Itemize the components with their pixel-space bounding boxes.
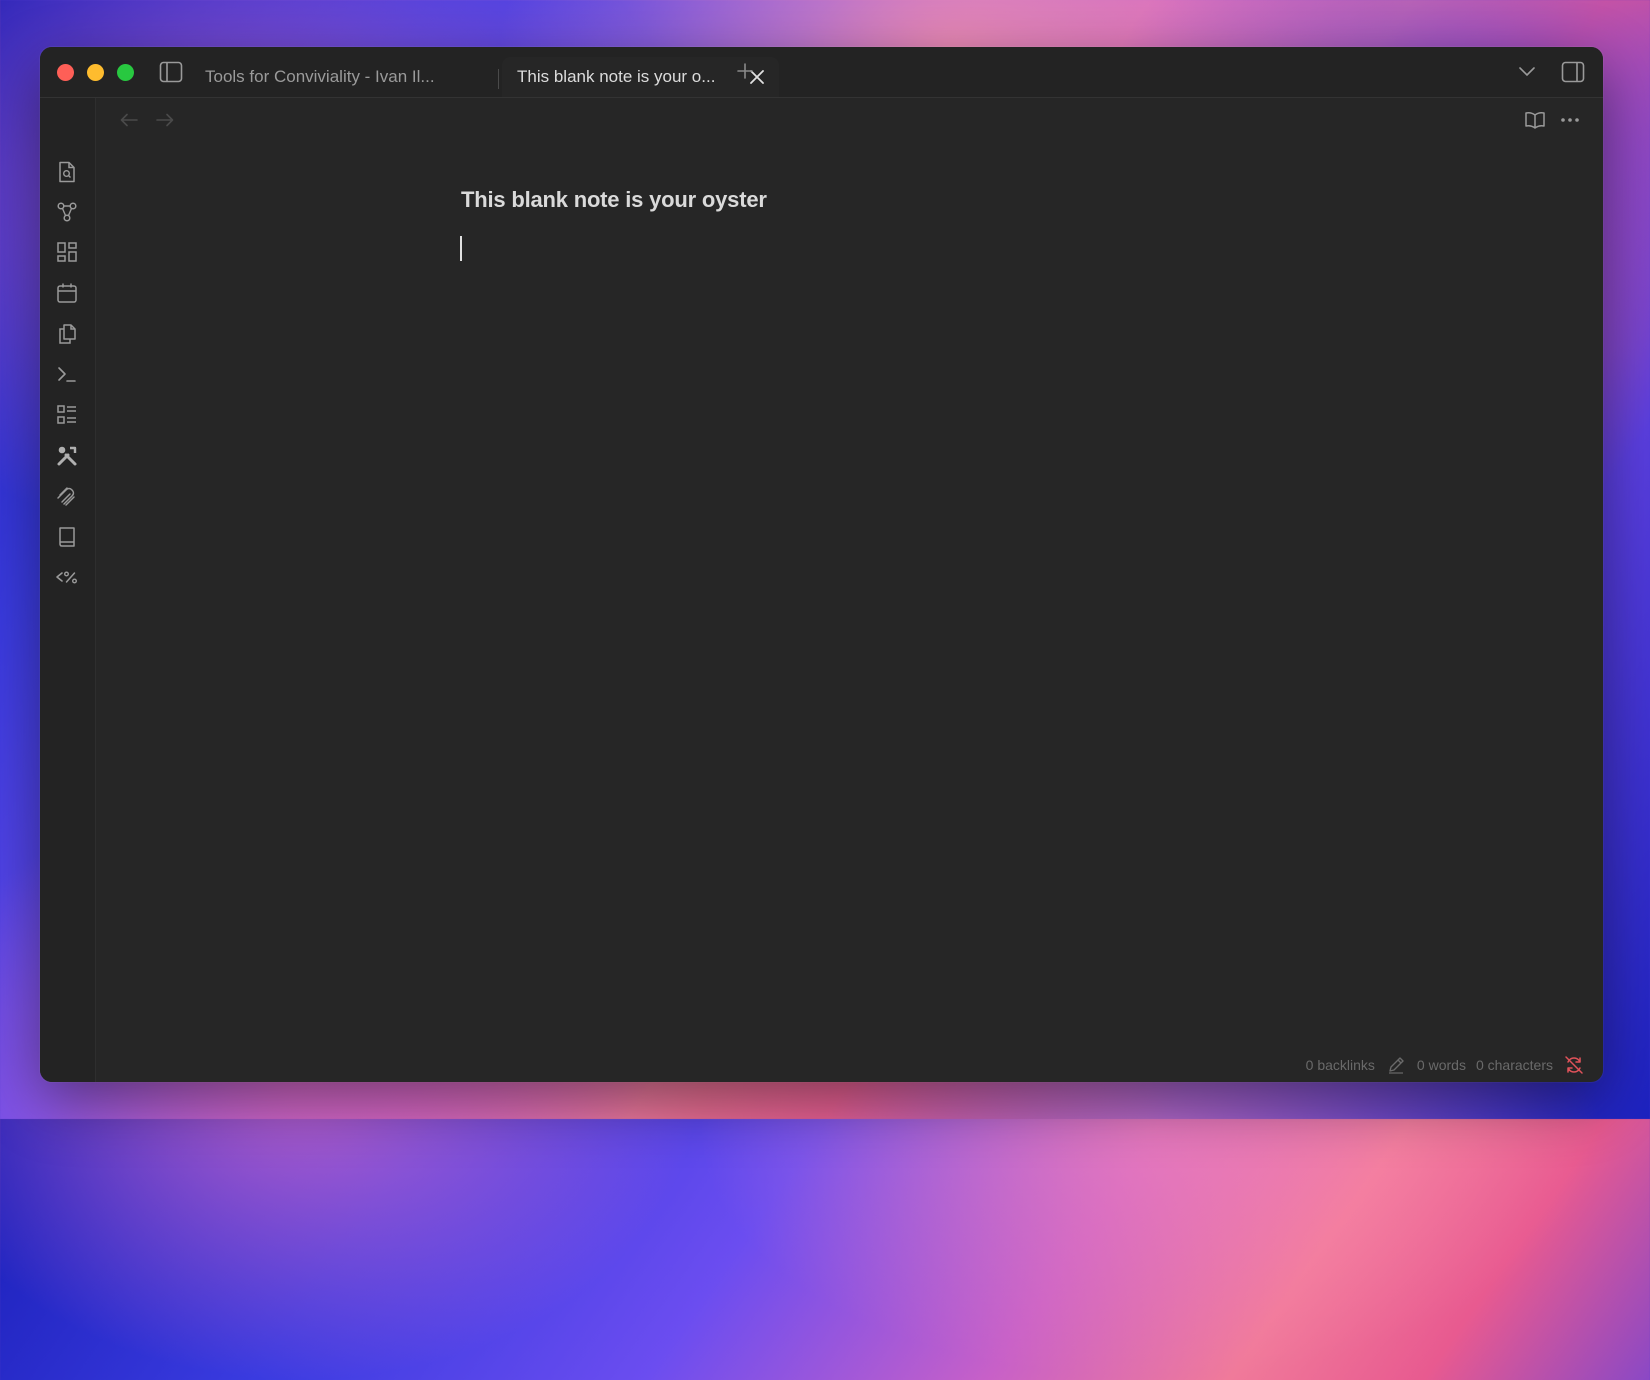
copy-icon[interactable] (55, 322, 79, 346)
more-options-icon[interactable] (1558, 109, 1582, 131)
forward-arrow-icon[interactable] (154, 109, 176, 131)
sync-disabled-icon[interactable] (1563, 1054, 1585, 1076)
outline-icon[interactable] (55, 403, 79, 427)
calendar-icon[interactable] (55, 281, 79, 305)
word-count: 0 words (1416, 1057, 1466, 1073)
templater-icon[interactable] (55, 565, 79, 589)
canvas-icon[interactable] (55, 240, 79, 264)
backlinks-count[interactable]: 0 backlinks (1306, 1057, 1375, 1073)
left-ribbon (40, 98, 96, 1082)
reading-view-icon[interactable] (1523, 109, 1547, 131)
app-window: Tools for Conviviality - Ivan Il... This… (40, 47, 1603, 1082)
right-sidebar-toggle-icon[interactable] (1560, 59, 1586, 85)
tools-icon[interactable] (55, 444, 79, 468)
text-cursor[interactable] (460, 236, 462, 261)
back-arrow-icon[interactable] (118, 109, 140, 131)
minimize-window-button[interactable] (87, 64, 104, 81)
tab-label: This blank note is your o... (517, 67, 716, 86)
tab-divider (498, 69, 499, 89)
close-window-button[interactable] (57, 64, 74, 81)
sidebar-toggle-icon[interactable] (158, 59, 184, 85)
maximize-window-button[interactable] (117, 64, 134, 81)
tab-tools-for-conviviality[interactable]: Tools for Conviviality - Ivan Il... (197, 57, 505, 97)
note-title[interactable]: This blank note is your oyster (461, 187, 767, 213)
link-icon[interactable] (55, 484, 79, 508)
new-tab-icon[interactable] (734, 60, 756, 82)
status-bar: 0 backlinks 0 words 0 characters (1306, 1054, 1585, 1076)
chevron-down-icon[interactable] (1516, 61, 1538, 83)
book-icon[interactable] (55, 525, 79, 549)
graph-icon[interactable] (55, 200, 79, 224)
terminal-icon[interactable] (55, 362, 79, 386)
file-search-icon[interactable] (55, 160, 79, 184)
tab-label: Tools for Conviviality - Ivan Il... (205, 67, 435, 86)
pencil-icon[interactable] (1385, 1054, 1407, 1076)
title-bar: Tools for Conviviality - Ivan Il... This… (40, 47, 1603, 98)
character-count: 0 characters (1475, 1057, 1553, 1073)
